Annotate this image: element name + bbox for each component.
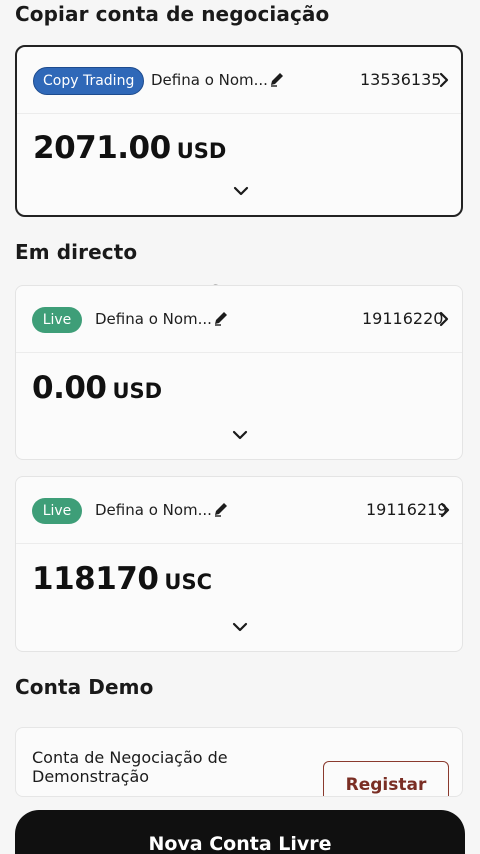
new-live-account-label: Nova Conta Livre <box>148 833 332 854</box>
live-section-title: Em directo <box>15 240 138 264</box>
account-number[interactable]: 19116219 <box>366 500 447 519</box>
balance-amount: 118170 <box>32 561 159 597</box>
balance-currency: USC <box>164 570 213 594</box>
pencil-icon[interactable] <box>213 310 229 326</box>
register-button[interactable]: Registar <box>323 761 449 796</box>
chevron-down-icon[interactable] <box>231 429 249 441</box>
account-number[interactable]: 13536135 <box>360 70 441 89</box>
copy-section-title: Copiar conta de negociação <box>15 2 330 26</box>
balance-currency: USD <box>176 139 227 163</box>
account-balance: 2071.00 USD <box>33 130 226 166</box>
live-account-card[interactable]: Live Defina o Nom... 19116219 118170 USC <box>15 476 463 652</box>
live-badge: Live <box>32 307 82 333</box>
account-name[interactable]: Defina o Nom... <box>95 310 212 328</box>
copy-trading-badge: Copy Trading <box>33 67 145 95</box>
live-badge: Live <box>32 498 82 524</box>
demo-account-card: Conta de Negociação de Demonstração Regi… <box>15 727 463 797</box>
balance-amount: 0.00 <box>32 370 107 406</box>
account-card-header: Live Defina o Nom... 19116219 <box>16 477 462 544</box>
chevron-right-icon[interactable] <box>438 72 450 88</box>
account-balance: 0.00 USD <box>32 370 162 406</box>
account-name[interactable]: Defina o Nom... <box>95 501 212 519</box>
account-card-header: Copy Trading Defina o Nom... 13536135 <box>17 47 461 114</box>
accounts-page: Copiar conta de negociação Copy Trading … <box>0 0 480 854</box>
pencil-icon[interactable] <box>269 71 285 87</box>
demo-account-description: Conta de Negociação de Demonstração <box>32 748 228 786</box>
live-account-card[interactable]: Live Defina o Nom... 19116220 0.00 USD <box>15 285 463 460</box>
account-card-header: Live Defina o Nom... 19116220 <box>16 286 462 353</box>
balance-amount: 2071.00 <box>33 130 171 166</box>
account-balance: 118170 USC <box>32 561 212 597</box>
chevron-down-icon[interactable] <box>232 185 250 197</box>
balance-currency: USD <box>112 379 163 403</box>
account-name[interactable]: Defina o Nom... <box>151 71 268 89</box>
demo-section-title: Conta Demo <box>15 675 154 699</box>
chevron-down-icon[interactable] <box>231 621 249 633</box>
copy-trading-account-card[interactable]: Copy Trading Defina o Nom... 13536135 20… <box>15 45 463 217</box>
chevron-right-icon[interactable] <box>439 502 451 518</box>
chevron-right-icon[interactable] <box>438 311 450 327</box>
pencil-icon[interactable] <box>213 501 229 517</box>
new-live-account-button[interactable]: Nova Conta Livre <box>15 810 465 854</box>
account-number[interactable]: 19116220 <box>362 309 443 328</box>
